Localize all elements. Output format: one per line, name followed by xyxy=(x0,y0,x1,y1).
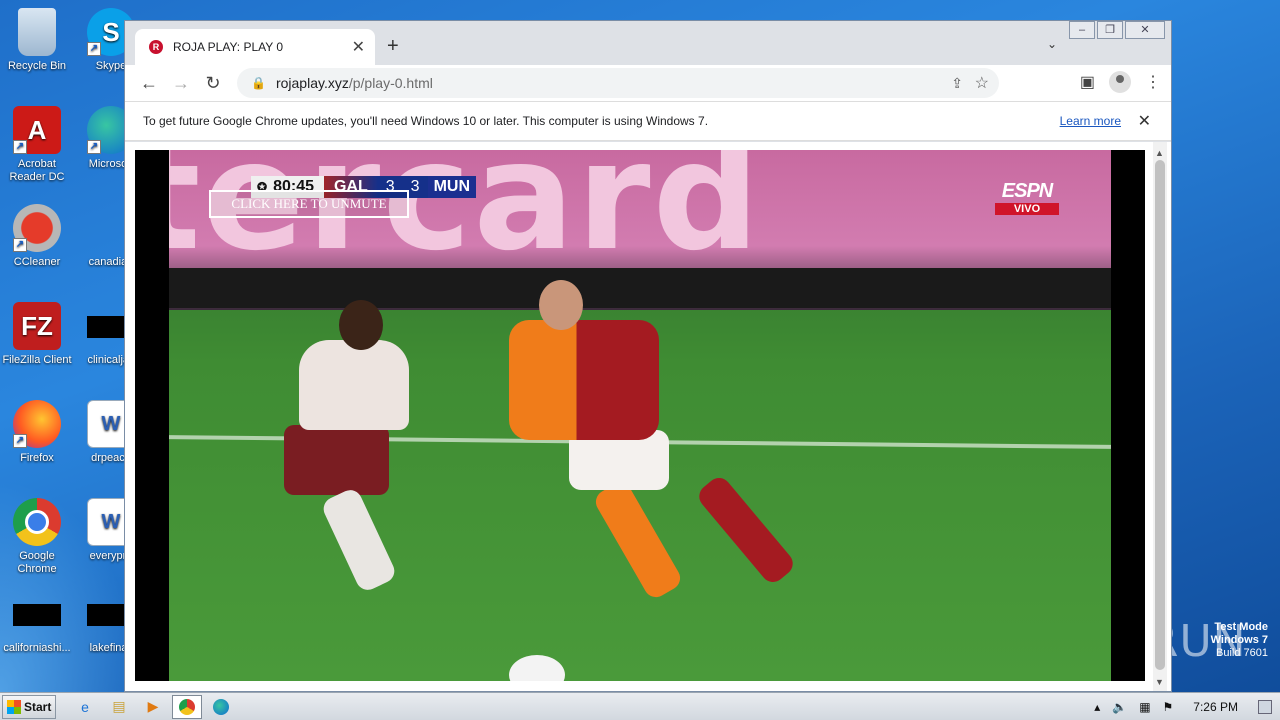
desktop-icon-firefox[interactable]: ↗ Firefox xyxy=(0,400,74,465)
espn-logo: ESPN xyxy=(1001,180,1053,202)
lock-icon[interactable]: 🔒 xyxy=(251,76,266,90)
close-window-button[interactable]: ✕ xyxy=(1125,21,1165,39)
page-content: tercard ✪ 80:45 GAL 3 3 MUN CLICK HERE T… xyxy=(125,142,1171,691)
update-infobar: To get future Google Chrome updates, you… xyxy=(125,101,1171,141)
live-badge: VIVO xyxy=(995,203,1059,215)
scroll-down-icon[interactable]: ▼ xyxy=(1155,677,1164,687)
tab-search-chevron-icon[interactable]: ⌄ xyxy=(1047,37,1057,51)
reload-icon[interactable]: ↻ xyxy=(197,73,229,94)
os-label: Windows 7 xyxy=(1210,634,1268,646)
toolbar-right: ▣ ⋮ xyxy=(1080,71,1161,93)
desktop-icon-label: FileZilla Client xyxy=(2,354,72,366)
tab-roja-play[interactable]: R ROJA PLAY: PLAY 0 ✕ xyxy=(135,29,375,65)
desktop-icon-label: Google Chrome xyxy=(17,550,57,575)
desktop-icon-label: Recycle Bin xyxy=(7,60,67,72)
back-arrow-icon[interactable]: ← xyxy=(133,73,165,94)
tab-strip: R ROJA PLAY: PLAY 0 ✕ + ⌄ – ❐ ✕ xyxy=(125,21,1171,65)
football xyxy=(509,655,565,681)
taskbar-explorer-folder-icon[interactable]: ▤ xyxy=(104,695,134,719)
browser-toolbar: ← → ↻ 🔒 rojaplay.xyz/p/play-0.html ⇪ ☆ ▣… xyxy=(125,65,1171,101)
taskbar-chrome-icon[interactable] xyxy=(172,694,202,719)
recycle-bin-icon xyxy=(18,8,56,56)
maximize-button[interactable]: ❐ xyxy=(1097,21,1123,39)
taskbar-internet-explorer-icon[interactable]: e xyxy=(70,695,100,719)
desktop-icon-google-chrome[interactable]: Google Chrome xyxy=(0,498,74,576)
page-scrollbar[interactable]: ▲ ▼ xyxy=(1153,142,1167,691)
player-white-kit xyxy=(279,300,409,594)
share-icon[interactable]: ⇪ xyxy=(951,75,963,92)
desktop-icon-label: CCleaner xyxy=(13,256,61,268)
video-player[interactable]: tercard ✪ 80:45 GAL 3 3 MUN CLICK HERE T… xyxy=(135,150,1145,681)
profile-avatar-icon[interactable] xyxy=(1109,71,1131,93)
forward-arrow-icon[interactable]: → xyxy=(165,73,197,94)
test-mode-watermark: Test Mode Windows 7 Build 7601 xyxy=(1211,621,1268,660)
desktop-icon-label: Acrobat Reader DC xyxy=(9,158,65,183)
favicon-icon: R xyxy=(149,40,163,54)
url-path: /p/play-0.html xyxy=(348,75,433,91)
menu-kebab-icon[interactable]: ⋮ xyxy=(1145,72,1161,92)
bookmark-star-icon[interactable]: ☆ xyxy=(975,73,989,93)
ccleaner-icon: ↗ xyxy=(13,204,61,252)
windows-logo-icon xyxy=(7,699,21,714)
scroll-thumb[interactable] xyxy=(1155,160,1165,670)
minimize-button[interactable]: – xyxy=(1069,21,1095,39)
firefox-icon: ↗ xyxy=(13,400,61,448)
scroll-up-icon[interactable]: ▲ xyxy=(1155,148,1164,158)
redacted-file-icon xyxy=(13,604,61,626)
test-mode-label: Test Mode xyxy=(1214,621,1268,633)
desktop-icon-ccleaner[interactable]: ↗ CCleaner xyxy=(0,204,74,269)
filezilla-icon: FZ xyxy=(13,302,61,350)
new-tab-button[interactable]: + xyxy=(387,35,399,58)
url-host: rojaplay.xyz xyxy=(275,75,349,91)
taskbar-edge-icon[interactable] xyxy=(206,695,236,719)
desktop-icon-recycle-bin[interactable]: Recycle Bin xyxy=(0,8,74,73)
desktop-icon-label: californiashi... xyxy=(3,642,71,654)
window-controls: – ❐ ✕ xyxy=(1067,21,1165,39)
desktop-icon-label: Firefox xyxy=(20,452,54,464)
learn-more-link[interactable]: Learn more xyxy=(1060,114,1121,128)
away-team: MUN xyxy=(427,176,477,198)
tab-close-icon[interactable]: ✕ xyxy=(352,37,365,57)
system-tray: ▴ 🔈 ▦ ⚑ 7:26 PM xyxy=(1094,693,1272,720)
desktop-icon-acrobat[interactable]: A ↗ Acrobat Reader DC xyxy=(0,106,74,184)
player-orange-red-kit xyxy=(509,280,809,602)
broadcaster-logo: ESPN VIVO xyxy=(989,180,1065,215)
chrome-icon xyxy=(13,498,61,546)
tray-expand-icon[interactable]: ▴ xyxy=(1094,700,1100,714)
infobar-close-icon[interactable]: ✕ xyxy=(1138,111,1151,131)
infobar-message: To get future Google Chrome updates, you… xyxy=(143,114,709,128)
chrome-window: R ROJA PLAY: PLAY 0 ✕ + ⌄ – ❐ ✕ ← → ↻ 🔒 … xyxy=(124,20,1172,692)
unmute-button[interactable]: CLICK HERE TO UNMUTE xyxy=(209,190,409,218)
taskbar-media-player-icon[interactable]: ▶ xyxy=(138,695,168,719)
video-frame[interactable]: tercard ✪ 80:45 GAL 3 3 MUN CLICK HERE T… xyxy=(169,150,1111,681)
show-desktop-button[interactable] xyxy=(1258,700,1272,714)
start-button[interactable]: Start xyxy=(2,694,56,719)
address-bar[interactable]: 🔒 rojaplay.xyz/p/play-0.html ⇪ ☆ xyxy=(237,68,999,98)
side-panel-icon[interactable]: ▣ xyxy=(1080,72,1095,92)
taskbar-clock[interactable]: 7:26 PM xyxy=(1193,700,1238,714)
desktop-icon-filezilla[interactable]: FZ FileZilla Client xyxy=(0,302,74,367)
tab-title: ROJA PLAY: PLAY 0 xyxy=(173,40,284,54)
desktop-icon-californiashi[interactable]: californiashi... xyxy=(0,604,74,655)
network-icon[interactable]: ▦ xyxy=(1139,700,1150,714)
taskbar: Start e ▤ ▶ ▴ 🔈 ▦ ⚑ 7:26 PM xyxy=(0,692,1280,720)
volume-icon[interactable]: 🔈 xyxy=(1112,700,1127,714)
build-label: Build 7601 xyxy=(1216,647,1268,659)
action-center-flag-icon[interactable]: ⚑ xyxy=(1163,700,1174,714)
acrobat-icon: A ↗ xyxy=(13,106,61,154)
start-label: Start xyxy=(24,699,52,714)
